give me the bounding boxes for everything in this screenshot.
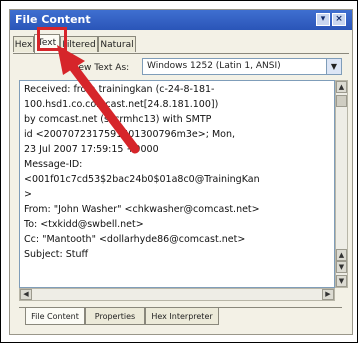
annotation-arrow-icon [57, 45, 140, 154]
screenshot-frame: File Content ▾ × Hex Text Filtered Natur… [0, 0, 358, 343]
